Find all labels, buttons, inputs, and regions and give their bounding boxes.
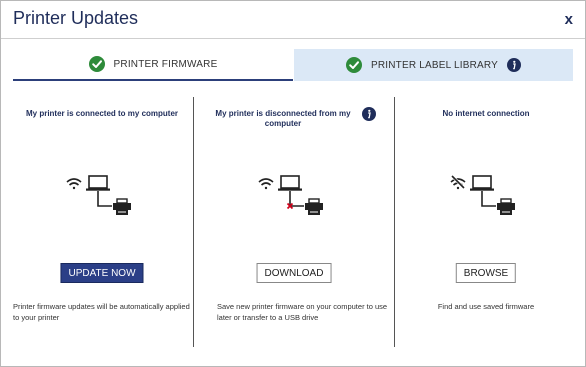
info-icon[interactable] bbox=[507, 58, 522, 72]
wifi-off-icon bbox=[450, 174, 466, 190]
option-no-internet: No internet connection BROWSE Find and u… bbox=[396, 97, 576, 347]
tab-label: PRINTER LABEL LIBRARY bbox=[370, 59, 499, 71]
option-description: Find and use saved firmware bbox=[437, 302, 535, 311]
option-description: Save new printer firmware on your comput… bbox=[217, 302, 388, 322]
wifi-icon bbox=[66, 178, 82, 190]
option-disconnected: My printer is disconnected from my compu… bbox=[195, 97, 393, 347]
close-button[interactable]: x bbox=[565, 11, 573, 28]
cable-line bbox=[97, 191, 112, 207]
title-divider bbox=[1, 38, 585, 39]
column-divider bbox=[394, 97, 395, 347]
printer-updates-dialog: Printer Updates x PRINTER FIRMWARE PRINT… bbox=[0, 0, 586, 367]
column-divider bbox=[193, 97, 194, 347]
wifi-icon bbox=[258, 178, 274, 190]
tab-printer-firmware[interactable]: PRINTER FIRMWARE bbox=[13, 49, 293, 81]
connected-printer-diagram bbox=[66, 175, 131, 215]
check-circle-icon bbox=[345, 57, 362, 73]
info-icon[interactable] bbox=[362, 107, 376, 121]
check-circle-icon bbox=[88, 56, 105, 72]
download-button[interactable]: DOWNLOAD bbox=[256, 263, 332, 283]
dialog-title: Printer Updates bbox=[13, 8, 139, 28]
printer-icon bbox=[305, 198, 323, 215]
tab-printer-label-library[interactable]: PRINTER LABEL LIBRARY bbox=[294, 49, 573, 81]
laptop-icon bbox=[470, 175, 494, 191]
option-heading: My printer is disconnected from my compu… bbox=[215, 109, 351, 128]
no-internet-printer-diagram bbox=[450, 174, 515, 215]
option-connected: My printer is connected to my computer U… bbox=[13, 97, 191, 347]
option-description: Printer firmware updates will be automat… bbox=[13, 302, 190, 322]
option-heading: No internet connection bbox=[442, 109, 530, 118]
cable-line bbox=[481, 191, 496, 207]
printer-icon bbox=[113, 198, 131, 215]
browse-button[interactable]: BROWSE bbox=[455, 263, 517, 283]
option-heading: My printer is connected to my computer bbox=[25, 109, 179, 118]
update-now-button[interactable]: UPDATE NOW bbox=[60, 263, 144, 283]
printer-icon bbox=[497, 198, 515, 215]
laptop-icon bbox=[86, 175, 110, 191]
tab-label: PRINTER FIRMWARE bbox=[113, 58, 218, 70]
disconnected-printer-diagram bbox=[258, 175, 323, 215]
laptop-icon bbox=[278, 175, 302, 191]
